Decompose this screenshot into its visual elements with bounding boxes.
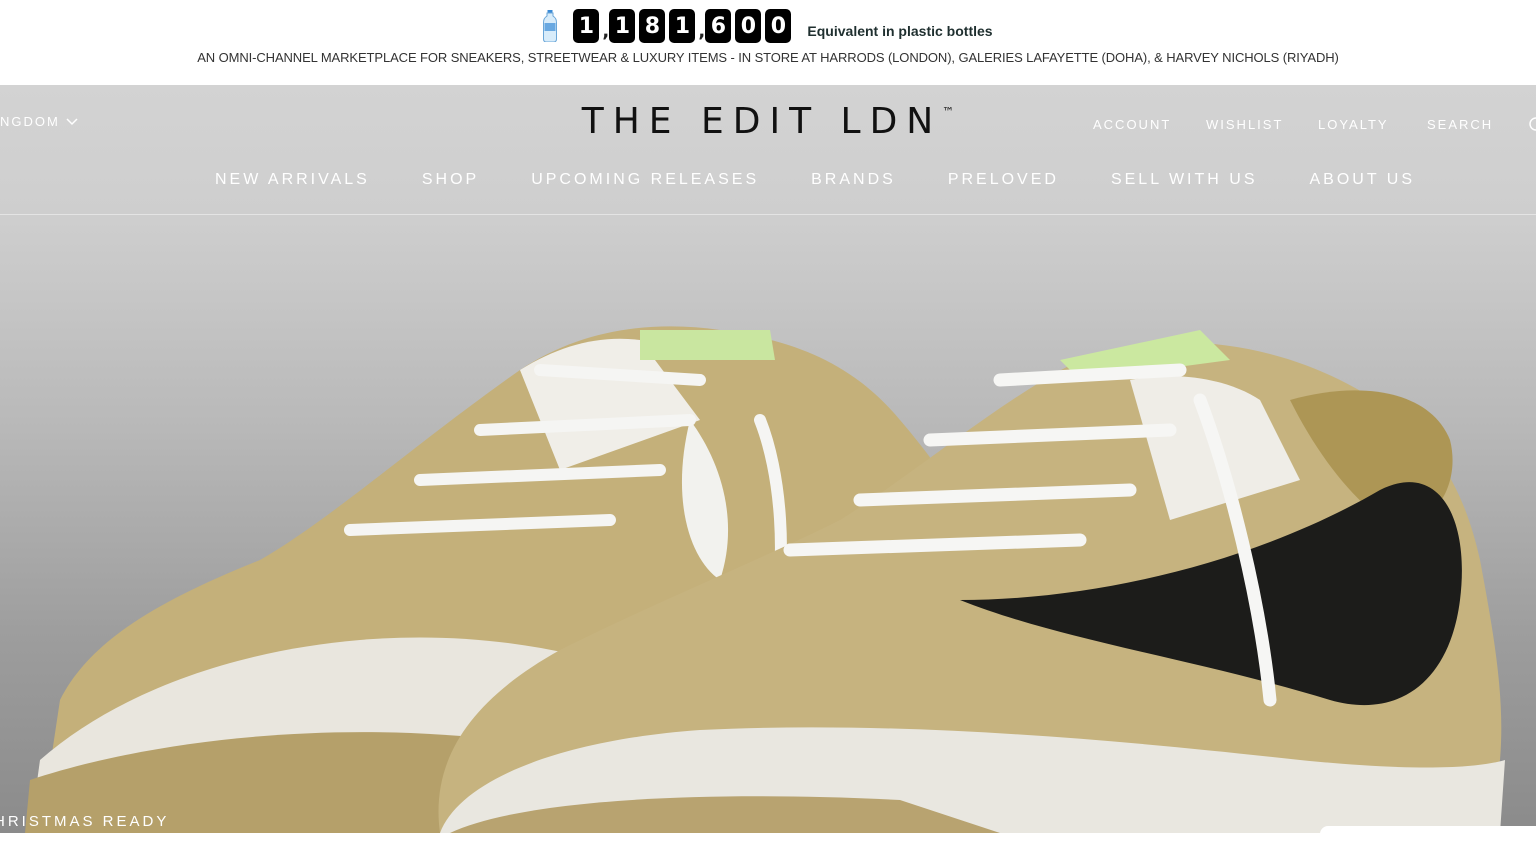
counter-digit: 6 [705, 9, 732, 43]
nav-new-arrivals[interactable]: NEW ARRIVALS [215, 171, 370, 189]
nav-brands[interactable]: BRANDS [811, 171, 896, 189]
trademark-mark: ™ [942, 105, 955, 119]
thousands-separator: , [698, 21, 706, 42]
counter-digit: 1 [609, 9, 636, 43]
counter-caption: Equivalent in plastic bottles [807, 23, 993, 39]
account-link[interactable]: ACCOUNT [1093, 117, 1206, 132]
bottle-counter: 1 , 1 8 1 , 6 0 0 Equivalent in plastic … [0, 7, 1536, 45]
search-link[interactable]: SEARCH [1427, 117, 1527, 132]
counter-digit: 8 [639, 9, 666, 43]
nav-upcoming-releases[interactable]: UPCOMING RELEASES [531, 171, 759, 189]
thousands-separator: , [602, 21, 610, 42]
nav-shop[interactable]: SHOP [422, 171, 479, 189]
top-banner: 1 , 1 8 1 , 6 0 0 Equivalent in plastic … [0, 0, 1536, 85]
nav-sell-with-us[interactable]: SELL WITH US [1111, 171, 1258, 189]
cart-icon[interactable] [1528, 116, 1536, 134]
water-bottle-icon [543, 10, 558, 42]
hero-promo-text[interactable]: HRISTMAS READY [0, 813, 169, 830]
counter-digit: 0 [735, 9, 762, 43]
counter-digits: 1 , 1 8 1 , 6 0 0 [571, 9, 793, 43]
counter-digit: 0 [765, 9, 792, 43]
chat-widget-button[interactable] [1320, 826, 1536, 846]
nav-about-us[interactable]: ABOUT US [1310, 171, 1416, 189]
store-tagline: AN OMNI-CHANNEL MARKETPLACE FOR SNEAKERS… [197, 50, 1339, 65]
loyalty-link[interactable]: LOYALTY [1318, 117, 1427, 132]
main-nav: NEW ARRIVALS SHOP UPCOMING RELEASES BRAN… [215, 171, 1415, 189]
nav-preloved[interactable]: PRELOVED [948, 171, 1059, 189]
counter-digit: 1 [669, 9, 696, 43]
counter-digit: 1 [573, 9, 600, 43]
wishlist-link[interactable]: WISHLIST [1206, 117, 1318, 132]
nav-divider [0, 214, 1536, 215]
hero-banner[interactable] [0, 85, 1536, 833]
logo-text: THE EDIT LDN [581, 101, 943, 142]
account-nav: ACCOUNT WISHLIST LOYALTY SEARCH [1093, 117, 1527, 132]
sneaker-pair-image [25, 326, 1505, 833]
